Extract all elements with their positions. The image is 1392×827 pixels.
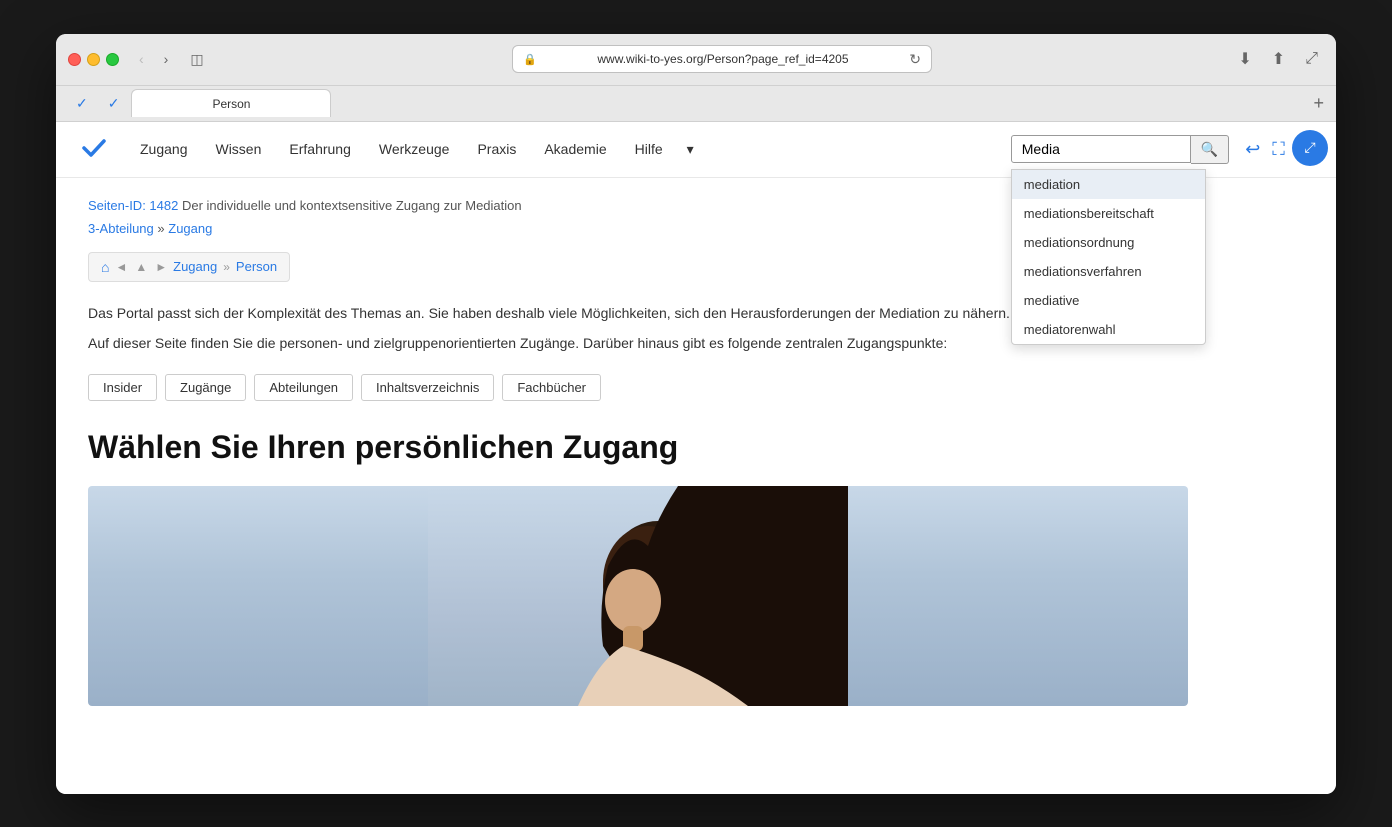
tab-person-label: Person (212, 97, 250, 111)
dropdown-item-5[interactable]: mediatorenwahl (1012, 315, 1205, 344)
new-tab-button[interactable]: + (1313, 93, 1324, 114)
site-logo[interactable] (80, 133, 108, 166)
dropdown-item-2[interactable]: mediationsordnung (1012, 228, 1205, 257)
title-bar: ‹ › ◫ 🔒 www.wiki-to-yes.org/Person?page_… (56, 34, 1336, 86)
search-button[interactable]: 🔍 (1191, 135, 1229, 164)
tag-fachbuecher[interactable]: Fachbücher (502, 374, 601, 401)
forward-button[interactable]: › (158, 47, 175, 71)
nav-link-akademie[interactable]: Akademie (532, 133, 618, 165)
site-nav: Zugang Wissen Erfahrung Werkzeuge Praxis… (56, 122, 1336, 178)
breadcrumb-person[interactable]: Person (236, 259, 277, 274)
url-text: www.wiki-to-yes.org/Person?page_ref_id=4… (543, 52, 904, 66)
page-id-link[interactable]: Seiten-ID: 1482 (88, 198, 178, 213)
nav-more-button[interactable]: ▾ (679, 133, 702, 166)
nav-link-werkzeuge[interactable]: Werkzeuge (367, 133, 462, 165)
home-icon[interactable]: ⌂ (101, 259, 109, 275)
sitemap-icon-button[interactable]: ⛶ (1272, 139, 1285, 160)
address-bar[interactable]: 🔒 www.wiki-to-yes.org/Person?page_ref_id… (512, 45, 932, 73)
fullscreen-button[interactable]: ⤢ (1299, 46, 1324, 72)
search-container: 🔍 mediation mediationsbereitschaft media… (1011, 135, 1229, 164)
dropdown-item-3[interactable]: mediationsverfahren (1012, 257, 1205, 286)
download-button[interactable]: ⬇ (1232, 45, 1257, 73)
tab-check-2[interactable]: ✓ (100, 93, 128, 114)
dropdown-item-1[interactable]: mediationsbereitschaft (1012, 199, 1205, 228)
nav-link-erfahrung[interactable]: Erfahrung (277, 133, 362, 165)
tab-bar: ✓ ✓ Person + (56, 86, 1336, 122)
nav-link-zugang[interactable]: Zugang (128, 133, 199, 165)
nav-link-wissen[interactable]: Wissen (203, 133, 273, 165)
nav-link-praxis[interactable]: Praxis (465, 133, 528, 165)
expand-button[interactable]: ⤢ (1292, 130, 1328, 166)
close-button[interactable] (68, 53, 81, 66)
back-icon-button[interactable]: ↩ (1245, 139, 1260, 160)
search-dropdown: mediation mediationsbereitschaft mediati… (1011, 169, 1206, 345)
bc-trail-link2[interactable]: Zugang (168, 221, 212, 236)
traffic-lights (68, 53, 119, 66)
tag-abteilungen[interactable]: Abteilungen (254, 374, 353, 401)
back-button[interactable]: ‹ (133, 47, 150, 71)
tab-person[interactable]: Person (131, 89, 331, 117)
expand-icon: ⤢ (1304, 139, 1315, 156)
dropdown-item-0[interactable]: mediation (1012, 170, 1205, 199)
dropdown-item-4[interactable]: mediative (1012, 286, 1205, 315)
search-icon: 🔍 (1201, 141, 1218, 157)
meta-description: Der individuelle und kontextsensitive Zu… (182, 198, 522, 213)
minimize-button[interactable] (87, 53, 100, 66)
page-heading: Wählen Sie Ihren persönlichen Zugang (88, 429, 1304, 466)
toolbar-right: ⬇ ⬆ ⤢ (1232, 45, 1324, 73)
tag-buttons: Insider Zugänge Abteilungen Inhaltsverze… (88, 374, 1304, 401)
tag-insider[interactable]: Insider (88, 374, 157, 401)
bc-trail-link1[interactable]: 3-Abteilung (88, 221, 154, 236)
maximize-button[interactable] (106, 53, 119, 66)
nav-menu: Zugang Wissen Erfahrung Werkzeuge Praxis… (128, 133, 1011, 166)
breadcrumb-zugang[interactable]: Zugang (173, 259, 217, 274)
search-input[interactable] (1011, 135, 1191, 163)
browser-content: Zugang Wissen Erfahrung Werkzeuge Praxis… (56, 122, 1336, 794)
breadcrumb-nav: ⌂ ◄ ▲ ► Zugang » Person (88, 252, 290, 282)
lock-icon: 🔒 (523, 53, 537, 66)
tab-check-1[interactable]: ✓ (68, 93, 96, 114)
tag-inhaltsverzeichnis[interactable]: Inhaltsverzeichnis (361, 374, 494, 401)
reload-button[interactable]: ↻ (909, 51, 921, 68)
address-bar-container: 🔒 www.wiki-to-yes.org/Person?page_ref_id… (220, 45, 1225, 73)
share-button[interactable]: ⬆ (1266, 45, 1291, 73)
tag-zugaenge[interactable]: Zugänge (165, 374, 246, 401)
nav-link-hilfe[interactable]: Hilfe (623, 133, 675, 165)
sidebar-button[interactable]: ◫ (182, 47, 211, 72)
hero-image (88, 486, 1188, 706)
